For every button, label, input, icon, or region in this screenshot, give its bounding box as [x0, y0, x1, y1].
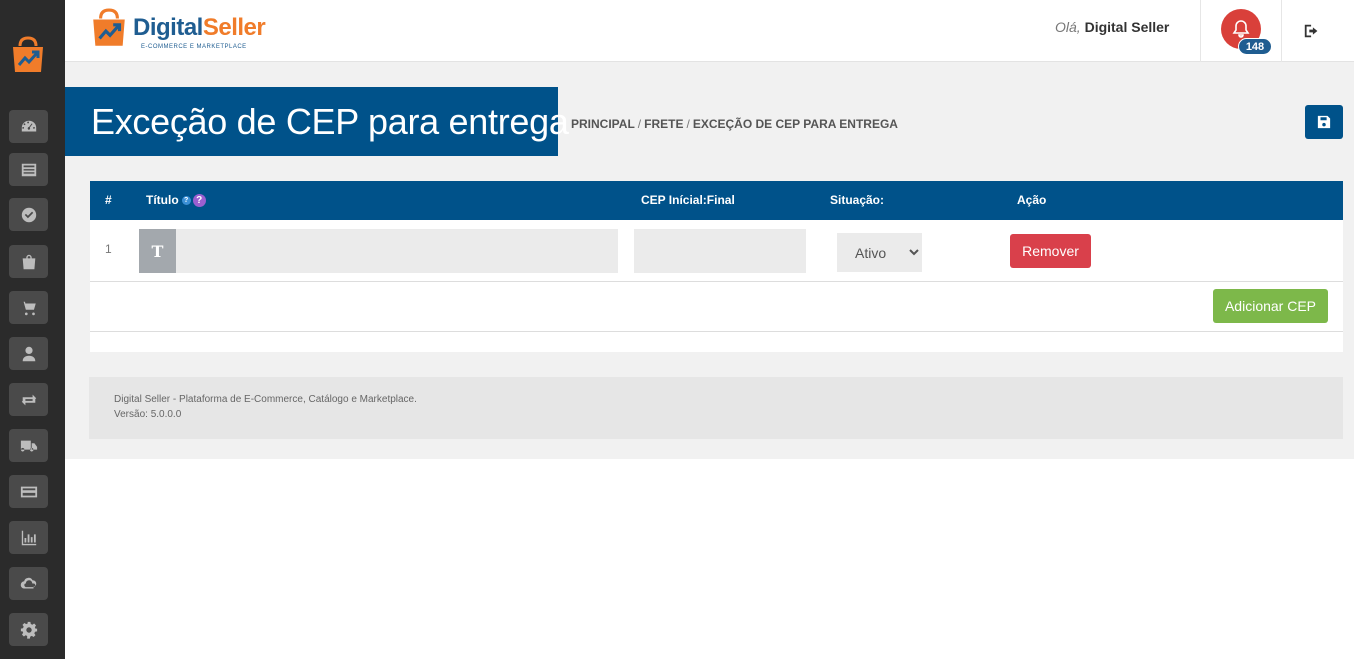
save-button[interactable] — [1305, 105, 1343, 139]
add-cep-button[interactable]: Adicionar CEP — [1213, 289, 1328, 323]
table-header: # Título?? CEP Inícial:Final Situação: A… — [90, 181, 1343, 220]
cep-range-input[interactable] — [634, 229, 806, 273]
sidebar-item-payments[interactable] — [9, 475, 48, 508]
header-divider — [1281, 0, 1282, 62]
sidebar-item-exchange[interactable] — [9, 383, 48, 416]
text-type-icon: T — [139, 229, 176, 273]
help-icon[interactable]: ? — [192, 194, 206, 208]
sidebar-item-shipping[interactable] — [9, 429, 48, 462]
divider — [90, 331, 1343, 332]
sidebar — [0, 0, 65, 659]
sidebar-item-reports[interactable] — [9, 521, 48, 554]
column-header-action: Ação — [1017, 193, 1047, 207]
sidebar-item-orders[interactable] — [9, 291, 48, 324]
sidebar-item-check[interactable] — [9, 198, 48, 231]
breadcrumb-item-current: EXCEÇÃO DE CEP PARA ENTREGA — [692, 117, 898, 131]
notification-count-badge: 148 — [1238, 38, 1272, 55]
floppy-disk-icon — [1317, 115, 1331, 129]
top-header: DigitalSeller E-COMMERCE E MARKETPLACE O… — [65, 0, 1354, 62]
cart-icon — [20, 301, 36, 315]
bar-chart-icon — [21, 530, 36, 545]
column-header-num: # — [105, 193, 112, 207]
user-greeting: Olá, Digital Seller — [1055, 19, 1169, 35]
column-header-status: Situação: — [830, 193, 885, 207]
brand-tagline: E-COMMERCE E MARKETPLACE — [141, 44, 247, 50]
dashboard-icon — [21, 120, 36, 131]
brand-logo-icon — [93, 8, 125, 46]
column-header-cep: CEP Inícial:Final — [641, 193, 735, 207]
row-number: 1 — [105, 242, 112, 256]
page-title-box: Exceção de CEP para entrega — [65, 87, 569, 156]
brand-name: DigitalSeller — [133, 14, 266, 41]
user-icon — [22, 346, 35, 361]
divider — [90, 281, 1343, 282]
bell-icon — [1232, 20, 1250, 38]
sidebar-item-dashboard[interactable] — [9, 110, 48, 143]
logo-icon[interactable] — [10, 36, 46, 76]
cep-exception-table: # Título?? CEP Inícial:Final Situação: A… — [90, 181, 1343, 352]
check-circle-icon — [21, 207, 36, 222]
column-header-title: Título?? — [146, 193, 206, 208]
breadcrumb: PRINCIPAL / FRETE / EXCEÇÃO DE CEP PARA ENTR… — [571, 117, 898, 131]
sidebar-item-settings[interactable] — [9, 613, 48, 646]
footer-version-text: Versão: 5.0.0.0 — [114, 409, 182, 420]
remove-button[interactable]: Remover — [1010, 234, 1091, 268]
breadcrumb-item-principal[interactable]: PRINCIPAL — [571, 117, 635, 131]
table-row: 1 T Ativo Remover — [90, 220, 1190, 282]
sidebar-item-products[interactable] — [9, 245, 48, 278]
shopping-bag-icon — [22, 254, 35, 269]
title-input[interactable] — [176, 229, 618, 273]
page-title: Exceção de CEP para entrega — [91, 101, 569, 142]
footer: Digital Seller - Plataforma de E-Commerc… — [89, 377, 1343, 439]
truck-icon — [20, 440, 37, 451]
sidebar-item-customers[interactable] — [9, 337, 48, 370]
footer-platform-text: Digital Seller - Plataforma de E-Commerc… — [114, 394, 417, 405]
header-divider — [1200, 0, 1201, 62]
status-select[interactable]: Ativo — [837, 233, 922, 272]
breadcrumb-item-frete[interactable]: FRETE — [644, 117, 683, 131]
credit-card-icon — [20, 486, 37, 497]
main-content: Exceção de CEP para entrega PRINCIPAL / FR… — [65, 62, 1354, 459]
help-icon[interactable]: ? — [181, 196, 191, 206]
sidebar-item-list[interactable] — [9, 153, 48, 186]
greeting-text: Olá, — [1055, 19, 1081, 35]
user-name: Digital Seller — [1084, 19, 1170, 35]
gear-icon — [20, 621, 37, 639]
list-icon — [21, 163, 36, 176]
sidebar-item-cloud[interactable] — [9, 567, 48, 600]
logout-icon[interactable] — [1303, 22, 1321, 40]
cloud-icon — [20, 577, 36, 589]
brand-logo[interactable]: DigitalSeller E-COMMERCE E MARKETPLACE — [89, 8, 279, 54]
exchange-icon — [21, 394, 36, 405]
